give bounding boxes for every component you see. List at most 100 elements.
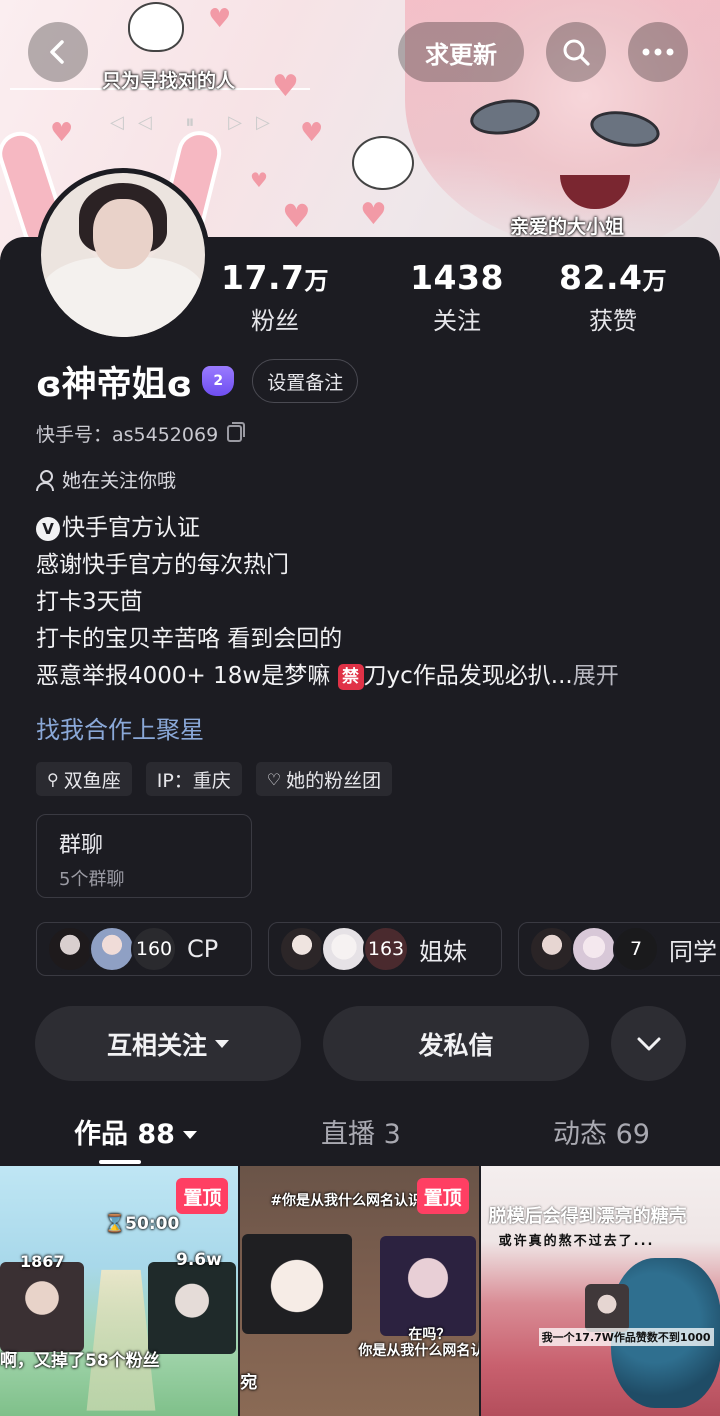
cooperate-link[interactable]: 找我合作上聚星	[36, 710, 204, 745]
work-subtitle: 或许真的熬不过去了...	[498, 1234, 655, 1249]
more-dots-icon	[642, 48, 674, 56]
avatar	[89, 926, 135, 972]
caret-down-icon	[215, 1039, 229, 1048]
verified-text: 快手官方认证	[62, 515, 200, 541]
work-top-text: #你是从我什么网名认识我	[270, 1193, 437, 1209]
stat-following-number: 1438	[410, 258, 504, 297]
zodiac-icon: ⚲	[47, 769, 59, 789]
expand-actions-button[interactable]	[611, 1006, 686, 1081]
kuaishou-id: 快手号：as5452069	[36, 424, 219, 446]
kuaishou-id-row[interactable]: 快手号：as5452069	[36, 420, 246, 447]
work-sub-text: 你是从我什么网名认识	[358, 1343, 479, 1359]
work-thumbnail[interactable]: 脱模后会得到漂亮的糖壳 或许真的熬不过去了... 我一个17.7W作品赞数不到1…	[480, 1166, 720, 1416]
avatar-count: 163	[363, 926, 409, 972]
send-message-button[interactable]: 发私信	[323, 1006, 589, 1081]
expand-bio-link[interactable]: 展开	[573, 663, 619, 689]
tag-label: 双鱼座	[63, 769, 121, 792]
work-caption: 我一个17.7W作品赞数不到1000	[538, 1328, 714, 1346]
tab-live[interactable]: 直播 3	[321, 1112, 401, 1151]
profile-name: ɞ神帝姐ɞ	[36, 364, 193, 405]
stat-fans[interactable]: 17.7万 粉丝	[200, 258, 350, 336]
circle-list: 160 CP 163 姐妹 7 同学	[36, 922, 720, 976]
avatar	[571, 926, 617, 972]
name-row: ɞ神帝姐ɞ 2 设置备注	[36, 356, 359, 406]
tab-works-label: 作品 88	[74, 1119, 175, 1150]
avatar-face	[93, 199, 153, 269]
tag-list: ⚲ 双鱼座 IP：重庆 ♡ 她的粉丝团	[36, 762, 393, 796]
ban-emoji-icon: 禁	[337, 664, 364, 690]
work-thumbnail[interactable]: ⌛50:00 1867 9.6w 啊，又掉了58个粉丝 置顶	[0, 1166, 239, 1416]
banner-melody-figure	[128, 2, 184, 52]
heart-icon: ♥	[360, 197, 387, 232]
banner-caption-right: 亲爱的大小姐	[510, 216, 625, 238]
group-chat-title: 群聊	[59, 833, 104, 858]
search-button[interactable]	[546, 22, 606, 82]
bio-line: 打卡3天茴	[36, 589, 143, 615]
circle-label: CP	[187, 935, 219, 963]
bio-text: 恶意举报4000+ 18w是梦嘛	[36, 663, 338, 689]
circle-card-sisters[interactable]: 163 姐妹	[268, 922, 502, 976]
work-left-count: 1867	[20, 1252, 65, 1271]
tab-moments[interactable]: 动态 69	[553, 1112, 650, 1151]
banner-speech-bubble	[352, 136, 414, 190]
tag-fan-club[interactable]: ♡ 她的粉丝团	[255, 762, 393, 796]
follows-you-row: 她在关注你哦	[36, 466, 176, 493]
avatar[interactable]	[36, 168, 210, 342]
group-chat-subtitle: 5个群聊	[59, 869, 125, 890]
circle-card-cp[interactable]: 160 CP	[36, 922, 252, 976]
stat-likes[interactable]: 82.4万 获赞	[538, 258, 688, 336]
chevron-left-icon	[50, 40, 64, 64]
avatar-count: 160	[131, 926, 177, 972]
work-title: 脱模后会得到漂亮的糖壳	[488, 1206, 687, 1227]
bio-line: 恶意举报4000+ 18w是梦嘛 禁刀yc作品发现必扒...展开	[36, 658, 696, 695]
stat-following-label: 关注	[433, 307, 481, 335]
person-icon	[36, 469, 54, 491]
circle-card-classmates[interactable]: 7 同学	[518, 922, 720, 976]
copy-icon[interactable]	[227, 422, 246, 442]
mutual-follow-button[interactable]: 互相关注	[35, 1006, 301, 1081]
avatar	[47, 926, 93, 972]
pinned-badge: 置顶	[176, 1178, 229, 1214]
work-thumbnail[interactable]: #你是从我什么网名认识我 在吗？ 你是从我什么网名认识 宛 置顶	[240, 1166, 479, 1416]
group-chat-card[interactable]: 群聊 5个群聊	[36, 814, 252, 898]
avatar	[529, 926, 575, 972]
stat-likes-unit: 万	[642, 267, 667, 295]
heart-icon: ♥	[250, 168, 268, 192]
work-edge-text: 宛	[240, 1373, 258, 1393]
search-icon	[563, 39, 590, 66]
avatar-count: 7	[613, 926, 659, 972]
work-caption: 啊，又掉了58个粉丝	[0, 1351, 160, 1371]
more-button[interactable]	[628, 22, 688, 82]
content-tabs: 作品 88 直播 3 动态 69	[0, 1100, 720, 1166]
stat-likes-label: 获赞	[589, 307, 637, 335]
level-badge[interactable]: 2	[202, 366, 235, 396]
tab-works[interactable]: 作品 88	[74, 1112, 197, 1151]
circle-label: 同学	[669, 937, 717, 966]
back-button[interactable]	[28, 22, 88, 82]
thumb-person	[0, 1262, 84, 1352]
request-update-button[interactable]: 求更新	[398, 22, 524, 82]
tag-label: IP：重庆	[156, 769, 231, 792]
caret-down-icon	[182, 1131, 197, 1139]
bio[interactable]: V 快手官方认证 感谢快手官方的每次热门 打卡3天茴 打卡的宝贝辛苦咯 看到会回的…	[36, 510, 696, 695]
bio-line: V 快手官方认证	[36, 510, 696, 547]
work-right-count: 9.6w	[176, 1250, 222, 1270]
banner-caption-left: 只为寻找对的人	[102, 70, 236, 92]
work-timer: ⌛50:00	[104, 1214, 180, 1234]
game-track	[86, 1269, 156, 1411]
stat-fans-label: 粉丝	[251, 307, 299, 335]
chevron-down-icon	[637, 1037, 660, 1050]
follows-you-text: 她在关注你哦	[62, 470, 177, 492]
set-remark-button[interactable]: 设置备注	[252, 359, 359, 403]
works-grid: ⌛50:00 1867 9.6w 啊，又掉了58个粉丝 置顶 #你是从我什么网名…	[0, 1166, 720, 1416]
bio-line: 感谢快手官方的每次热门	[36, 552, 289, 578]
thumb-person	[148, 1262, 236, 1354]
tag-ip[interactable]: IP：重庆	[145, 762, 242, 796]
bio-line: 打卡的宝贝辛苦咯 看到会回的	[36, 626, 343, 652]
avatar	[321, 926, 367, 972]
stat-following[interactable]: 1438 关注	[382, 258, 532, 336]
tag-zodiac[interactable]: ⚲ 双鱼座	[36, 762, 132, 796]
verified-icon: V	[36, 517, 60, 541]
thumb-anime-girl	[242, 1234, 353, 1334]
avatar-fur	[41, 257, 205, 337]
